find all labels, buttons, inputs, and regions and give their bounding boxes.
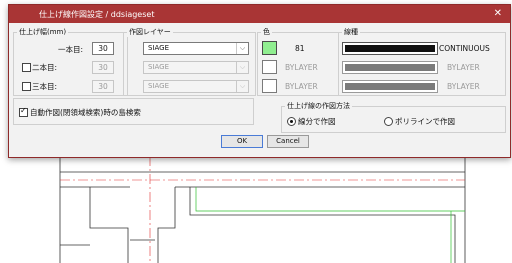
finish-line-settings-dialog: 仕上げ線作図設定 / ddsiageset ✕ 仕上げ幅(mm) 一本目: 30… <box>8 4 511 158</box>
method-polyline-radio[interactable] <box>384 117 393 126</box>
layer-row2-select[interactable]: SIAGE ⌵ <box>143 61 249 74</box>
width-row2-checkbox[interactable] <box>22 63 31 72</box>
method-segment-label: 線分で作図 <box>298 117 336 126</box>
layer-group-label: 作図レイヤー <box>127 27 173 37</box>
color-row2-value: BYLAYER <box>285 63 318 72</box>
dialog-title: 仕上げ線作図設定 / ddsiageset <box>39 10 155 19</box>
method-group-label: 仕上げ線の作図方法 <box>285 101 352 111</box>
layer-row2-value: SIAGE <box>148 63 170 71</box>
color-row2-swatch[interactable] <box>262 60 277 74</box>
auto-search-label: 自動作図(閉領域検索)時の島検索 <box>30 108 141 117</box>
method-polyline-label: ポリラインで作図 <box>395 117 455 126</box>
layer-row3-select[interactable]: SIAGE ⌵ <box>143 80 249 93</box>
width-row1-label: 一本目: <box>58 45 84 54</box>
width-row3-input[interactable]: 30 <box>92 80 114 93</box>
width-row3-label: 三本目: <box>32 82 58 91</box>
width-row1-input[interactable]: 30 <box>92 42 114 55</box>
dialog-titlebar[interactable]: 仕上げ線作図設定 / ddsiageset ✕ <box>9 5 510 23</box>
layer-row3-value: SIAGE <box>148 82 170 90</box>
layer-row1-select[interactable]: SIAGE ⌵ <box>143 42 249 55</box>
width-row2-input[interactable]: 30 <box>92 61 114 74</box>
linetype-row3-preview[interactable] <box>342 80 438 93</box>
width-group-label: 仕上げ幅(mm) <box>17 27 69 37</box>
cancel-button[interactable]: Cancel <box>267 135 309 148</box>
linetype-row1-value: CONTINUOUS <box>439 44 490 53</box>
linetype-row2-preview[interactable] <box>342 61 438 74</box>
chevron-down-icon: ⌵ <box>236 43 248 54</box>
color-row1-value: 81 <box>295 44 305 53</box>
method-segment-radio[interactable] <box>287 117 296 126</box>
layer-row1-value: SIAGE <box>148 44 170 52</box>
color-group-label: 色 <box>261 27 272 37</box>
close-icon[interactable]: ✕ <box>494 8 502 19</box>
width-row2-label: 二本目: <box>32 63 58 72</box>
width-row3-checkbox[interactable] <box>22 82 31 91</box>
ok-button[interactable]: OK <box>221 135 263 148</box>
color-row3-value: BYLAYER <box>285 82 318 91</box>
chevron-down-icon: ⌵ <box>236 81 248 92</box>
chevron-down-icon: ⌵ <box>236 62 248 73</box>
linetype-row2-value: BYLAYER <box>447 63 480 72</box>
auto-search-checkbox[interactable] <box>19 106 28 117</box>
linetype-row3-value: BYLAYER <box>447 82 480 91</box>
linetype-group-label: 線種 <box>342 27 360 37</box>
color-row3-swatch[interactable] <box>262 79 277 93</box>
color-row1-swatch[interactable] <box>262 41 277 55</box>
linetype-row1-preview[interactable] <box>342 42 438 55</box>
